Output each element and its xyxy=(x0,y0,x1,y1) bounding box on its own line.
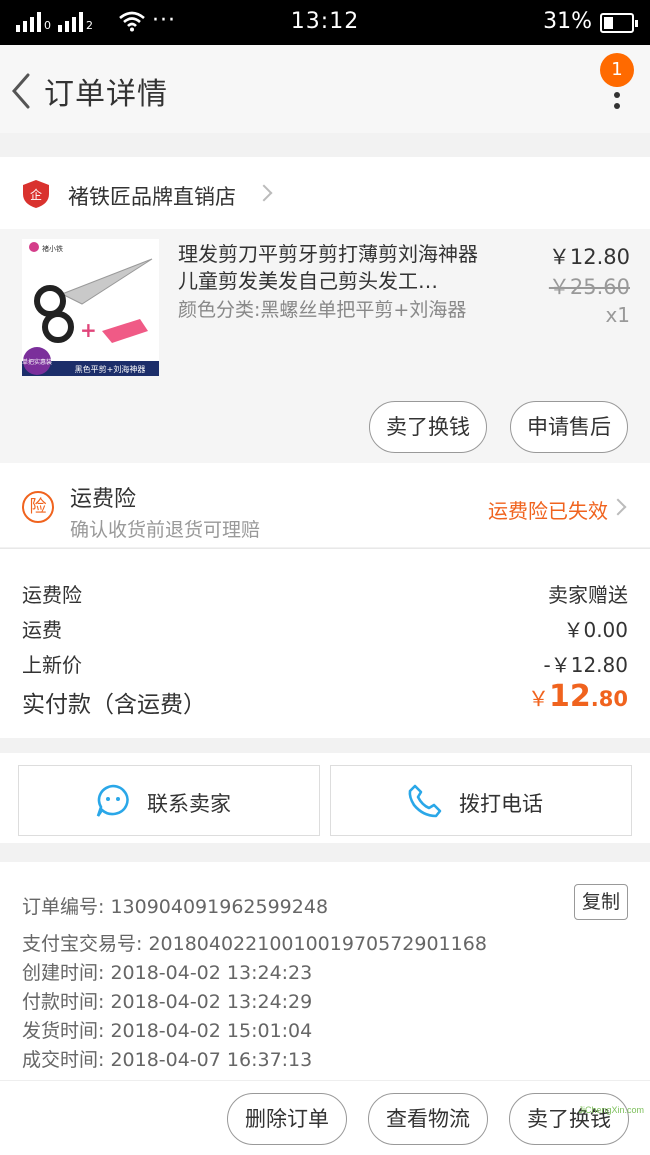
scissors-image: 褚小铁 + 黑色平剪+刘海神器 单把实惠装 xyxy=(22,239,159,376)
chevron-right-icon xyxy=(255,184,273,202)
total-amount: ￥12.80 xyxy=(528,679,628,714)
fee-row: 运费险 卖家赠送 xyxy=(22,579,628,608)
battery-icon xyxy=(600,13,638,33)
view-logistics-button[interactable]: 查看物流 xyxy=(368,1093,488,1145)
created-time: 创建时间: 2018-04-02 13:24:23 xyxy=(22,962,313,984)
battery-percent: 31% xyxy=(543,9,592,34)
image-brand: 褚小铁 xyxy=(42,244,63,253)
fee-label: 上新价 xyxy=(22,653,82,677)
back-arrow-icon[interactable] xyxy=(4,63,40,115)
fee-row: 运费 ￥0.00 xyxy=(22,614,628,643)
nav-header: 订单详情 1 xyxy=(0,45,650,133)
insurance-title: 运费险 xyxy=(70,487,137,512)
fee-value: ￥0.00 xyxy=(563,618,628,642)
contact-seller-label: 联系卖家 xyxy=(147,792,231,816)
total-label: 实付款（含运费） xyxy=(22,692,206,718)
fee-label: 运费 xyxy=(22,618,62,642)
sell-exchange-button[interactable]: 卖了换钱 xyxy=(369,401,487,453)
total-decimal: .80 xyxy=(590,687,628,711)
chat-bubble-icon xyxy=(96,784,129,817)
insurance-icon: 险 xyxy=(22,491,54,523)
page-title: 订单详情 xyxy=(44,77,168,112)
order-number: 订单编号: 1309040919625992​48 xyxy=(22,896,329,918)
contact-seller-button[interactable]: 联系卖家 xyxy=(18,765,320,836)
image-corner-label: 单把实惠装 xyxy=(22,358,52,366)
product-sku: 颜色分类:黑螺丝单把平剪+刘海器 xyxy=(178,299,467,321)
product-price: ￥12.80 xyxy=(548,245,630,269)
product-title[interactable]: 理发剪刀平剪牙剪打薄剪刘海神器儿童剪发美发自己剪头发工… xyxy=(178,241,488,295)
notification-badge: 1 xyxy=(600,53,634,87)
shop-logo-text: 企 xyxy=(30,187,42,202)
chevron-right-icon xyxy=(609,498,627,516)
call-phone-button[interactable]: 拨打电话 xyxy=(330,765,632,836)
apply-aftersale-button[interactable]: 申请售后 xyxy=(510,401,628,453)
fee-label: 运费险 xyxy=(22,583,82,607)
status-bar: 0 2 ··· 13:12 31% xyxy=(0,0,650,45)
image-caption: 黑色平剪+刘海神器 xyxy=(75,364,146,374)
watermark: JiChengXin.com xyxy=(578,1105,644,1115)
shop-row[interactable]: 企 褚铁匠品牌直销店 xyxy=(0,157,650,229)
copy-button[interactable]: 复制 xyxy=(574,884,628,920)
completed-time: 成交时间: 2018-04-07 16:37:13 xyxy=(22,1049,313,1071)
shop-name: 褚铁匠品牌直销店 xyxy=(68,185,236,209)
fee-value: -￥12.80 xyxy=(543,653,628,677)
delete-order-button[interactable]: 删除订单 xyxy=(227,1093,347,1145)
paid-time: 付款时间: 2018-04-02 13:24:29 xyxy=(22,991,313,1013)
total-currency: ￥ xyxy=(528,687,550,711)
total-row: 实付款（含运费） ￥12.80 xyxy=(22,679,628,719)
contact-bar: 联系卖家 拨打电话 xyxy=(0,753,650,843)
insurance-subtitle: 确认收货前退货可理赔 xyxy=(70,519,261,541)
product-quantity: x1 xyxy=(605,303,630,327)
fee-value: 卖家赠送 xyxy=(548,583,628,607)
alipay-trade-number: 支付宝交易号: 2018040221001001970572901168 xyxy=(22,933,487,955)
fee-summary: 运费险 卖家赠送 运费 ￥0.00 上新价 -￥12.80 实付款（含运费） ￥… xyxy=(0,548,650,738)
shipping-insurance-row[interactable]: 险 运费险 确认收货前退货可理赔 运费险已失效 xyxy=(0,463,650,547)
shop-logo-icon: 企 xyxy=(23,180,49,208)
sell-exchange-bottom-button[interactable]: 卖了换钱 xyxy=(509,1093,629,1145)
product-thumbnail[interactable]: 褚小铁 + 黑色平剪+刘海神器 单把实惠装 xyxy=(22,239,159,376)
phone-icon xyxy=(408,784,442,818)
order-info: 订单编号: 1309040919625992​48 复制 支付宝交易号: 201… xyxy=(0,862,650,1080)
bottom-action-bar: 删除订单 查看物流 卖了换钱 xyxy=(0,1080,650,1155)
shipped-time: 发货时间: 2018-04-02 15:01:04 xyxy=(22,1020,313,1042)
fee-row: 上新价 -￥12.80 xyxy=(22,649,628,678)
insurance-status: 运费险已失效 xyxy=(488,499,608,523)
product-item[interactable]: 褚小铁 + 黑色平剪+刘海神器 单把实惠装 理发剪刀平剪牙剪打薄剪刘海神器儿童剪… xyxy=(0,229,650,463)
svg-text:+: + xyxy=(80,318,97,342)
total-integer: 12 xyxy=(549,679,591,714)
product-original-price: ￥25.60 xyxy=(548,275,630,299)
call-phone-label: 拨打电话 xyxy=(459,792,543,816)
